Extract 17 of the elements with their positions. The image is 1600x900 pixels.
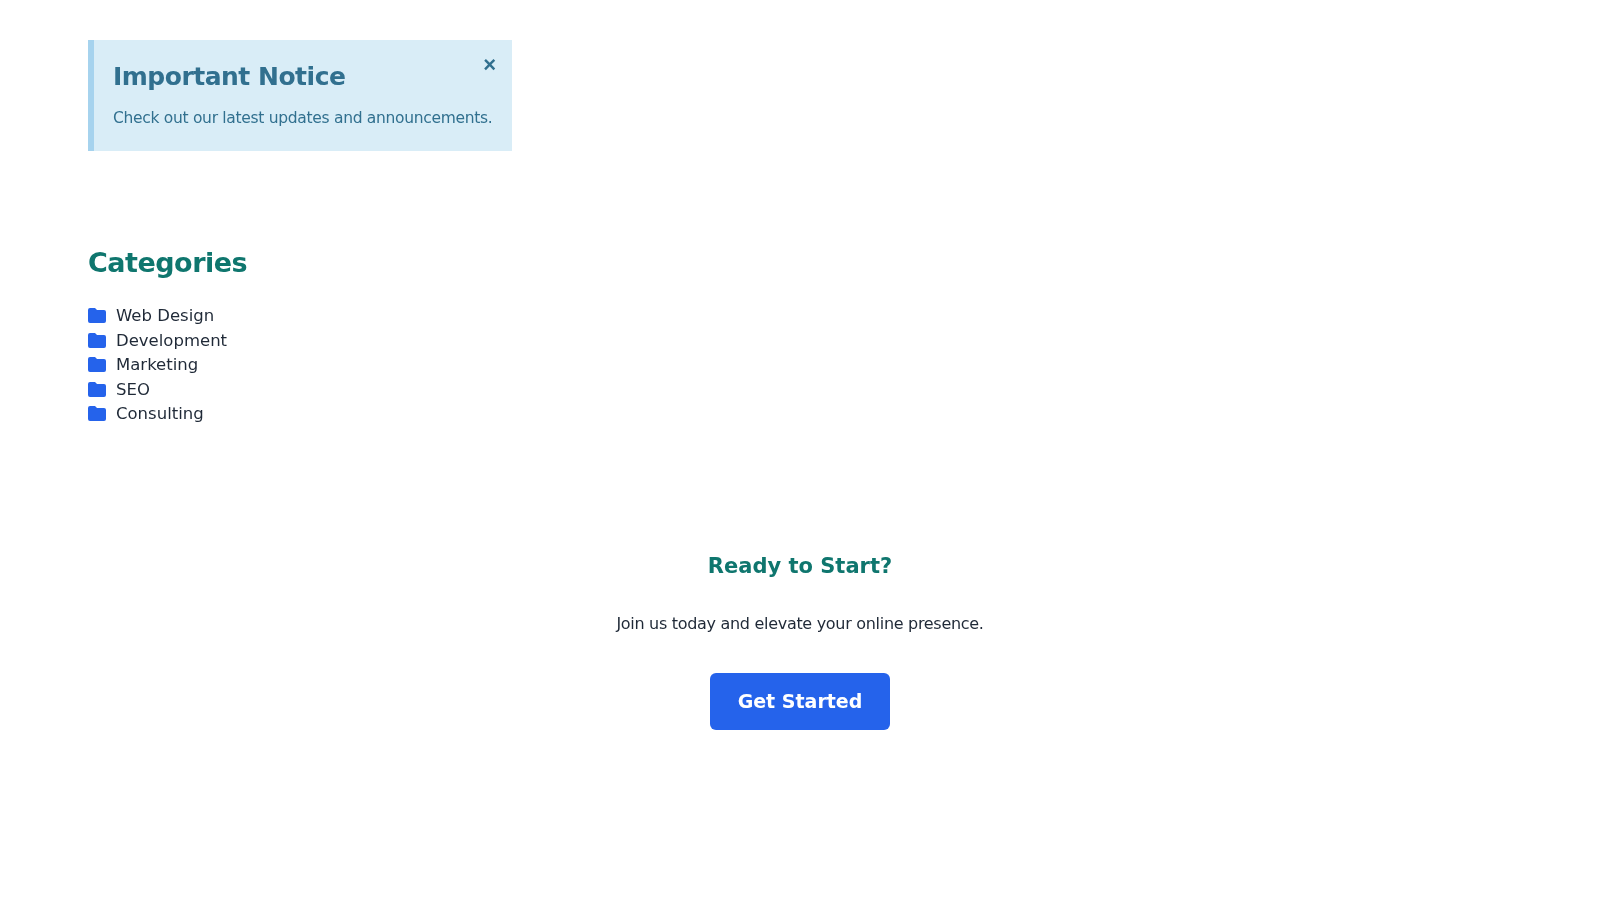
cta-heading: Ready to Start? [707,553,893,578]
category-link[interactable]: SEO [116,379,150,399]
category-link[interactable]: Marketing [116,355,199,375]
close-button[interactable]: × [481,54,498,76]
get-started-button[interactable]: Get Started [710,672,890,730]
folder-icon [88,406,106,422]
folder-icon [88,381,106,397]
folder-icon [88,332,106,348]
category-link[interactable]: Development [116,330,228,350]
folder-icon [88,308,106,324]
category-link[interactable]: Consulting [116,404,204,424]
notice-title: Important Notice [113,62,346,91]
folder-icon [88,357,106,373]
cta-text: Join us today and elevate your online presence. [616,613,984,633]
notice-message: Check out our latest updates and announcements. [113,109,493,127]
categories-heading: Categories [88,247,249,278]
category-link[interactable]: Web Design [116,306,215,326]
